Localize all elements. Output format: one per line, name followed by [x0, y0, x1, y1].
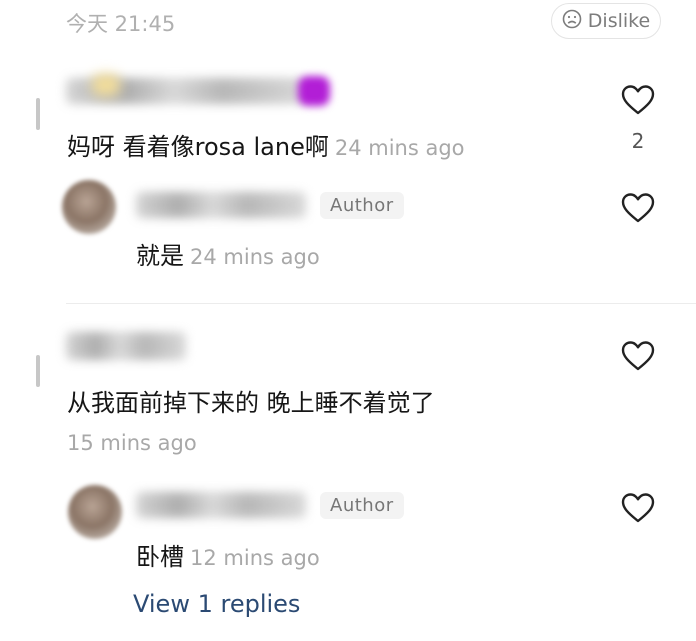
avatar[interactable] — [68, 485, 122, 539]
reply-body[interactable]: 卧槽 12 mins ago — [136, 537, 320, 572]
avatar-edge — [36, 98, 40, 130]
reply-like-button[interactable] — [620, 192, 656, 228]
comment-text: 妈呀 看着像rosa lane啊 — [67, 133, 329, 161]
reply-time: 24 mins ago — [190, 245, 320, 269]
like-button[interactable] — [620, 340, 656, 376]
avatar[interactable] — [62, 180, 116, 234]
view-replies-link[interactable]: View 1 replies — [133, 590, 300, 618]
frown-icon — [562, 9, 582, 34]
heart-icon — [621, 85, 655, 115]
message-timestamp: 今天 21:45 — [66, 12, 176, 36]
reply-name-blurred[interactable] — [136, 192, 306, 218]
reply-time: 12 mins ago — [190, 546, 320, 570]
heart-icon — [621, 341, 655, 371]
commenter-name-blurred[interactable] — [66, 72, 336, 112]
reply-name-blurred[interactable] — [136, 492, 306, 518]
avatar-edge — [36, 355, 40, 387]
like-count: 2 — [631, 129, 645, 153]
comment-divider — [66, 303, 696, 304]
comment-time: 24 mins ago — [334, 136, 465, 160]
heart-icon — [621, 193, 655, 223]
author-badge: Author — [320, 492, 404, 519]
comment-text[interactable]: 从我面前掉下来的 晚上睡不着觉了 — [67, 383, 435, 418]
dislike-label: Dislike — [587, 10, 651, 32]
dislike-button[interactable]: Dislike — [551, 3, 661, 39]
author-badge: Author — [320, 192, 404, 219]
reply-like-button[interactable] — [620, 492, 656, 528]
like-button[interactable] — [620, 84, 656, 120]
commenter-name-blurred[interactable] — [66, 332, 186, 360]
comment-time: 15 mins ago — [67, 431, 197, 455]
reply-text: 卧槽 — [136, 543, 184, 571]
comment-body[interactable]: 妈呀 看着像rosa lane啊 24 mins ago — [67, 127, 465, 162]
heart-icon — [621, 493, 655, 523]
reply-text: 就是 — [136, 242, 184, 270]
reply-body[interactable]: 就是 24 mins ago — [136, 236, 320, 271]
